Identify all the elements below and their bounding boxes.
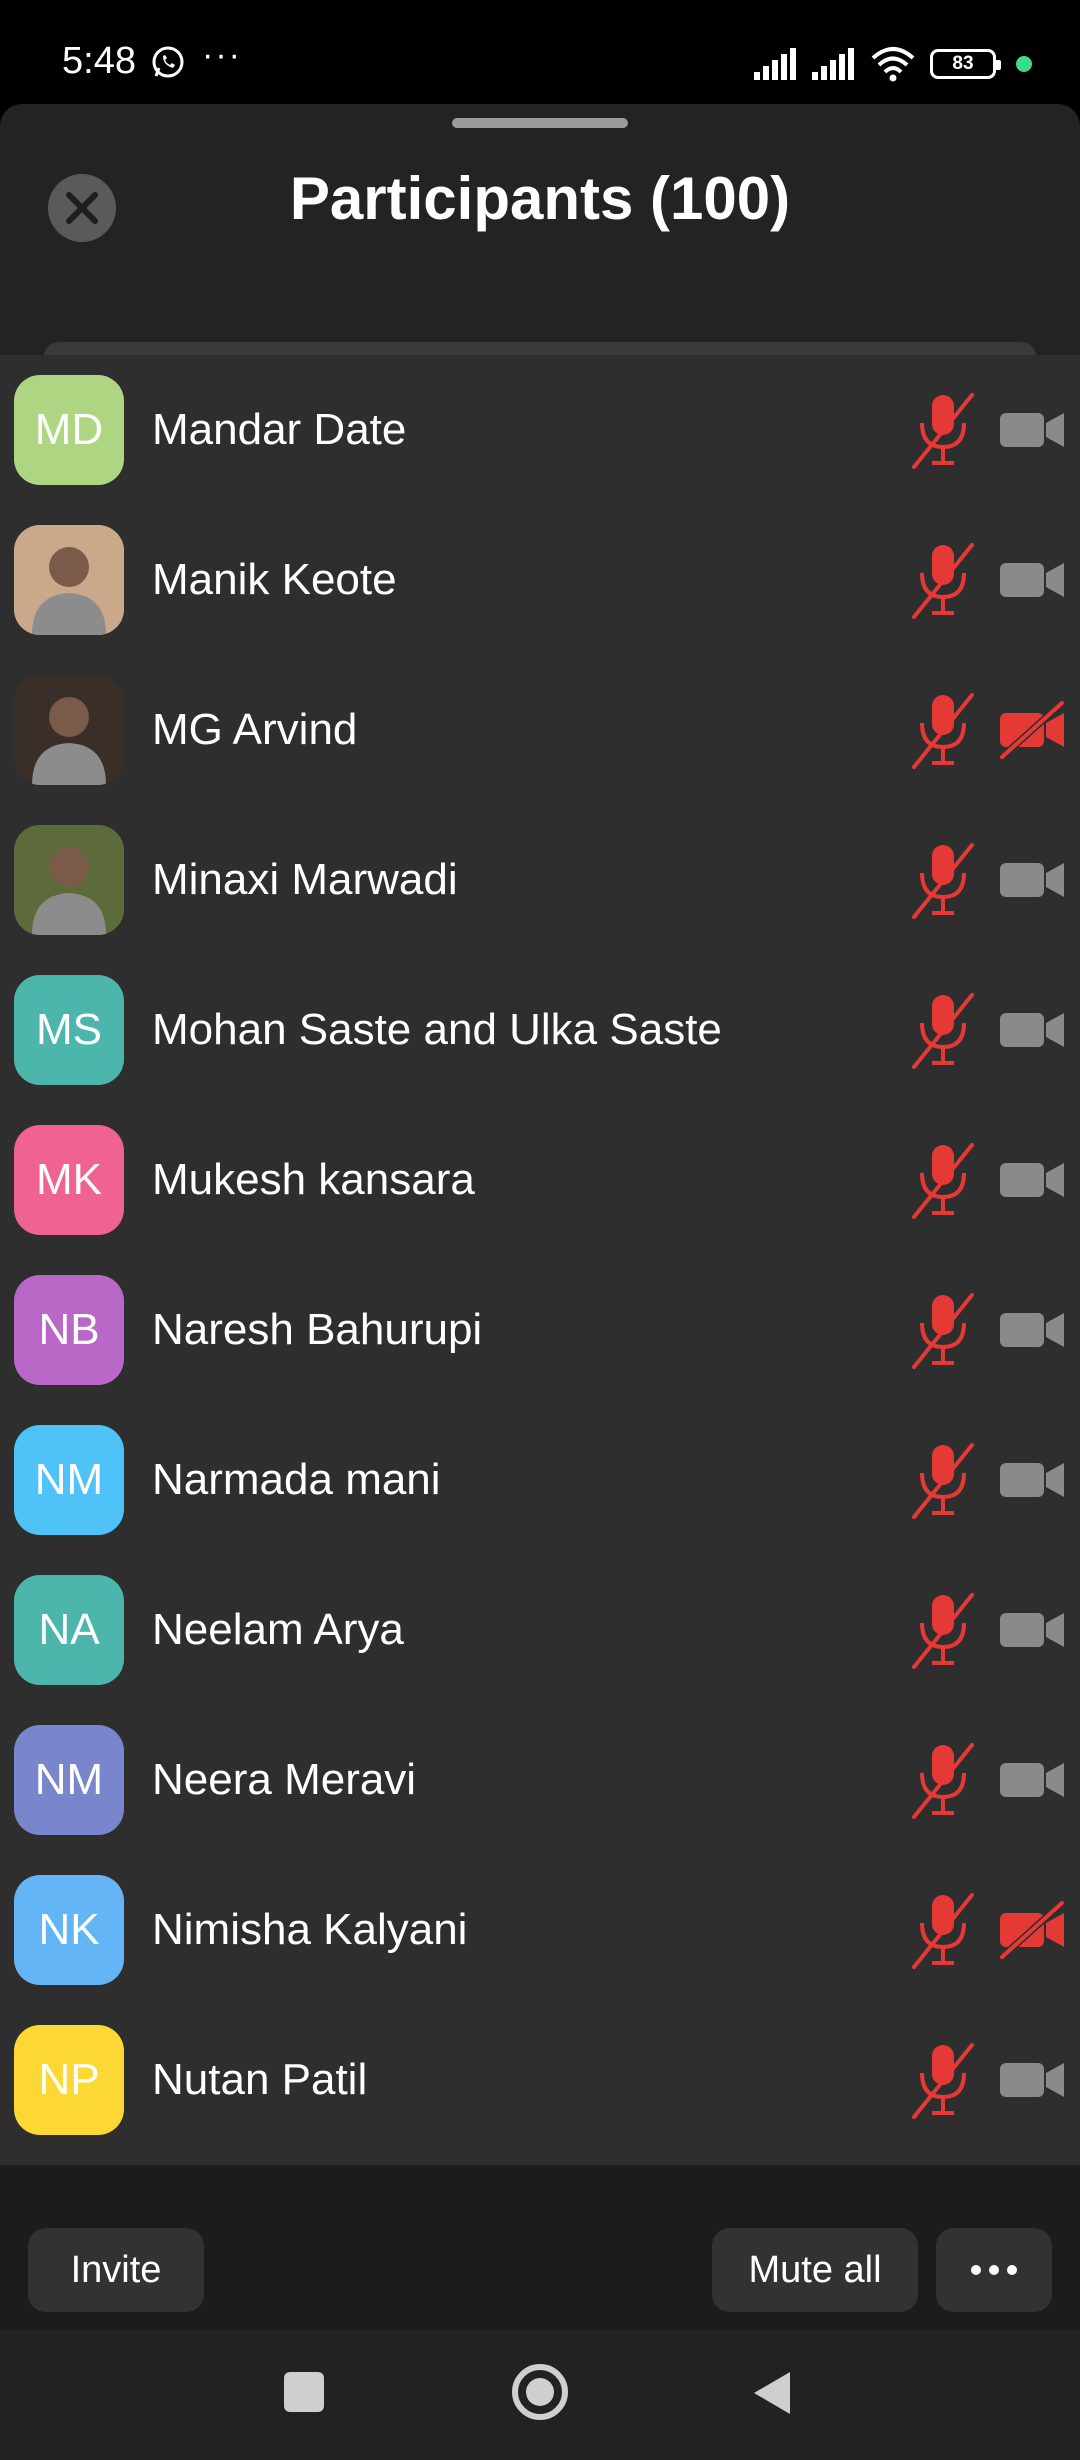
status-bar: 5:48 ··· 83 — [0, 0, 1080, 100]
participant-name: Mandar Date — [152, 405, 407, 454]
video-icon[interactable] — [998, 1599, 1066, 1661]
avatar: NB — [14, 1275, 124, 1385]
participant-name: Mohan Saste and Ulka Saste — [152, 1005, 722, 1054]
mic-muted-icon[interactable] — [910, 1441, 976, 1519]
video-off-icon[interactable] — [998, 699, 1066, 761]
screen: 5:48 ··· 83 Participants (100) Search MD… — [0, 0, 1080, 2460]
avatar: NA — [14, 1575, 124, 1685]
more-icon — [971, 2265, 1017, 2275]
avatar: MS — [14, 975, 124, 1085]
mute-all-button[interactable]: Mute all — [712, 2228, 918, 2312]
participant-row[interactable]: MK Mukesh kansara — [0, 1105, 1080, 1255]
mic-muted-icon[interactable] — [910, 991, 976, 1069]
participant-name: Nimisha Kalyani — [152, 1905, 468, 1954]
home-button[interactable] — [512, 2364, 568, 2420]
avatar: NM — [14, 1725, 124, 1835]
mic-muted-icon[interactable] — [910, 541, 976, 619]
avatar: MD — [14, 375, 124, 485]
avatar — [14, 525, 124, 635]
video-icon[interactable] — [998, 1299, 1066, 1361]
video-icon[interactable] — [998, 999, 1066, 1061]
participant-row[interactable]: Manik Keote — [0, 505, 1080, 655]
status-time: 5:48 — [62, 40, 136, 82]
video-icon[interactable] — [998, 2049, 1066, 2111]
participant-list[interactable]: MD Mandar Date Manik Keote MG Arvind Minaxi … — [0, 355, 1080, 2165]
privacy-indicator — [1016, 56, 1032, 72]
participant-row[interactable]: NK Nimisha Kalyani — [0, 1855, 1080, 2005]
avatar: MK — [14, 1125, 124, 1235]
participant-name: Naresh Bahurupi — [152, 1305, 483, 1354]
participant-row[interactable]: NM Narmada mani — [0, 1405, 1080, 1555]
wifi-icon — [871, 47, 915, 82]
avatar: NM — [14, 1425, 124, 1535]
participant-row[interactable]: NM Neera Meravi — [0, 1705, 1080, 1855]
avatar — [14, 825, 124, 935]
mic-muted-icon[interactable] — [910, 1141, 976, 1219]
mic-muted-icon[interactable] — [910, 391, 976, 469]
video-icon[interactable] — [998, 399, 1066, 461]
system-nav-bar — [0, 2330, 1080, 2460]
video-icon[interactable] — [998, 849, 1066, 911]
participant-name: Narmada mani — [152, 1455, 441, 1504]
participant-row[interactable]: NP Nutan Patil — [0, 2005, 1080, 2155]
participant-name: Neelam Arya — [152, 1605, 404, 1654]
avatar: NP — [14, 2025, 124, 2135]
participant-name: Mukesh kansara — [152, 1155, 475, 1204]
participant-row[interactable]: MG Arvind — [0, 655, 1080, 805]
drag-handle[interactable] — [452, 118, 628, 128]
more-options-button[interactable] — [936, 2228, 1052, 2312]
mic-muted-icon[interactable] — [910, 1291, 976, 1369]
participant-row[interactable]: MD Mandar Date — [0, 355, 1080, 505]
whatsapp-icon — [152, 46, 184, 78]
more-notifications-icon: ··· — [202, 36, 242, 74]
video-icon[interactable] — [998, 549, 1066, 611]
back-button[interactable] — [752, 2370, 792, 2416]
video-off-icon[interactable] — [998, 1899, 1066, 1961]
participant-row[interactable]: Minaxi Marwadi — [0, 805, 1080, 955]
mic-muted-icon[interactable] — [910, 1591, 976, 1669]
mic-muted-icon[interactable] — [910, 1891, 976, 1969]
page-title: Participants (100) — [289, 165, 791, 232]
video-icon[interactable] — [998, 1149, 1066, 1211]
recents-button[interactable] — [284, 2372, 324, 2412]
signal-icon — [754, 48, 796, 80]
bottom-toolbar: Invite Mute all — [0, 2166, 1080, 2330]
invite-button[interactable]: Invite — [28, 2228, 204, 2312]
mic-muted-icon[interactable] — [910, 2041, 976, 2119]
mic-muted-icon[interactable] — [910, 691, 976, 769]
participant-name: MG Arvind — [152, 705, 358, 754]
signal-icon-2 — [812, 48, 854, 80]
participant-name: Manik Keote — [152, 555, 397, 604]
participant-row[interactable]: MS Mohan Saste and Ulka Saste — [0, 955, 1080, 1105]
participant-name: Minaxi Marwadi — [152, 855, 458, 904]
avatar — [14, 675, 124, 785]
participant-row[interactable]: NA Neelam Arya — [0, 1555, 1080, 1705]
participant-name: Nutan Patil — [152, 2055, 368, 2104]
mic-muted-icon[interactable] — [910, 1741, 976, 1819]
status-icons: 83 — [754, 44, 1032, 84]
mic-muted-icon[interactable] — [910, 841, 976, 919]
participant-row[interactable]: NB Naresh Bahurupi — [0, 1255, 1080, 1405]
participant-name: Neera Meravi — [152, 1755, 417, 1804]
video-icon[interactable] — [998, 1749, 1066, 1811]
avatar: NK — [14, 1875, 124, 1985]
battery-icon: 83 — [930, 49, 1001, 79]
video-icon[interactable] — [998, 1449, 1066, 1511]
